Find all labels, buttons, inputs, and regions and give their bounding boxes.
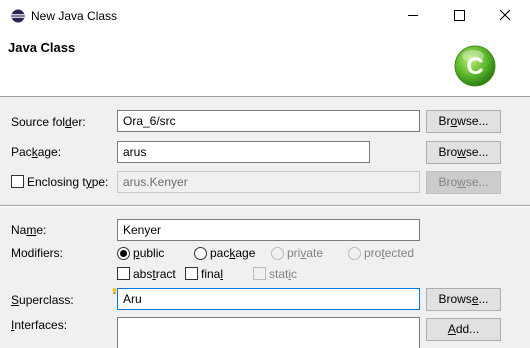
static-checkbox: [253, 267, 266, 280]
name-field[interactable]: Kenyer: [117, 219, 420, 241]
minimize-icon: [408, 15, 418, 16]
title-bar: New Java Class: [0, 0, 530, 31]
name-label: Name:: [11, 223, 47, 237]
enclosing-type-field: arus.Kenyer: [117, 171, 420, 193]
private-radio: [271, 247, 284, 260]
interfaces-list[interactable]: [117, 317, 420, 348]
logo-letter: C: [466, 53, 483, 80]
window-title: New Java Class: [31, 9, 118, 23]
final-checkbox[interactable]: [185, 267, 198, 280]
static-label: static: [269, 267, 298, 281]
java-class-icon: C: [454, 45, 496, 87]
page-title: Java Class: [8, 40, 76, 55]
protected-radio: [348, 247, 361, 260]
package-label: Package:: [11, 145, 62, 159]
protected-label: protected: [364, 246, 415, 260]
browse-superclass-button[interactable]: Browse...: [426, 288, 501, 311]
final-label: final: [201, 267, 224, 281]
package-modifier-label: package: [210, 246, 256, 260]
public-label: public: [133, 246, 165, 260]
abstract-checkbox[interactable]: [117, 267, 130, 280]
public-radio[interactable]: [117, 247, 130, 260]
abstract-label: abstract: [133, 267, 176, 281]
maximize-button[interactable]: [436, 0, 482, 31]
eclipse-icon: [11, 9, 25, 23]
superclass-field[interactable]: Aru: [117, 288, 420, 310]
enclosing-type-checkbox[interactable]: [11, 175, 24, 188]
section-divider: [0, 205, 530, 207]
close-icon: [499, 9, 511, 21]
package-field[interactable]: arus: [117, 141, 370, 163]
enclosing-type-label: Enclosing type:: [27, 175, 109, 189]
browse-enclosing-type-button: Browse...: [426, 171, 501, 194]
add-interface-button[interactable]: Add...: [426, 318, 501, 341]
maximize-icon: [454, 10, 465, 21]
browse-package-button[interactable]: Browse...: [426, 141, 501, 164]
superclass-label: Superclass:: [11, 293, 74, 307]
browse-source-folder-button[interactable]: Browse...: [426, 110, 501, 133]
modifiers-label: Modifiers:: [11, 246, 64, 260]
private-label: private: [287, 246, 324, 260]
package-radio[interactable]: [194, 247, 207, 260]
minimize-button[interactable]: [390, 0, 436, 31]
interfaces-label: Interfaces:: [11, 318, 68, 332]
close-button[interactable]: [482, 0, 528, 31]
wizard-banner: Java Class C: [0, 31, 530, 97]
source-folder-label: Source folder:: [11, 115, 86, 129]
source-folder-field[interactable]: Ora_6/src: [117, 110, 420, 132]
